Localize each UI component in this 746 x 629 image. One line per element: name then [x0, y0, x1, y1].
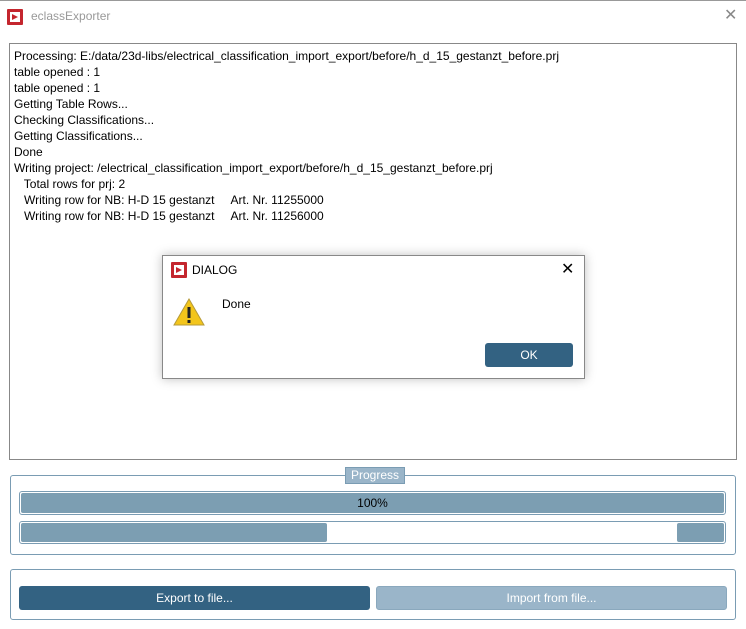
busy-progress-chunk	[21, 523, 327, 542]
dialog: DIALOG ✕ Done OK	[162, 255, 585, 379]
log-output[interactable]: Processing: E:/data/23d-libs/electrical_…	[9, 43, 737, 460]
dialog-close-icon[interactable]: ✕	[561, 259, 574, 279]
log-line: Writing row for NB: H-D 15 gestanzt Art.…	[14, 193, 324, 207]
log-line: Writing row for NB: H-D 15 gestanzt Art.…	[14, 209, 324, 223]
main-progress-label: 100%	[357, 496, 388, 510]
log-line: Writing project: /electrical_classificat…	[14, 161, 493, 175]
window-title: eclassExporter	[31, 9, 111, 23]
progress-legend: Progress	[345, 467, 405, 484]
app-icon	[7, 9, 23, 25]
log-line: Checking Classifications...	[14, 113, 155, 127]
log-line: table opened : 1	[14, 81, 101, 95]
log-line: table opened : 1	[14, 65, 101, 79]
dialog-app-icon	[171, 262, 187, 278]
log-line: Processing: E:/data/23d-libs/electrical_…	[14, 49, 559, 63]
title-bar: eclassExporter ✕	[0, 0, 746, 32]
import-button[interactable]: Import from file...	[376, 586, 727, 610]
log-line: Done	[14, 145, 43, 159]
dialog-title: DIALOG	[192, 263, 238, 277]
main-progress-bar: 100%	[19, 491, 726, 515]
warning-icon	[173, 297, 205, 326]
main-progress-fill: 100%	[21, 493, 724, 513]
busy-progress-bar	[19, 521, 726, 544]
ok-button[interactable]: OK	[485, 343, 573, 367]
log-line: Getting Table Rows...	[14, 97, 128, 111]
export-button[interactable]: Export to file...	[19, 586, 370, 610]
close-icon[interactable]: ✕	[724, 5, 737, 25]
busy-progress-chunk	[677, 523, 724, 542]
log-line: Getting Classifications...	[14, 129, 143, 143]
dialog-message: Done	[222, 297, 251, 311]
log-line: Total rows for prj: 2	[14, 177, 126, 191]
